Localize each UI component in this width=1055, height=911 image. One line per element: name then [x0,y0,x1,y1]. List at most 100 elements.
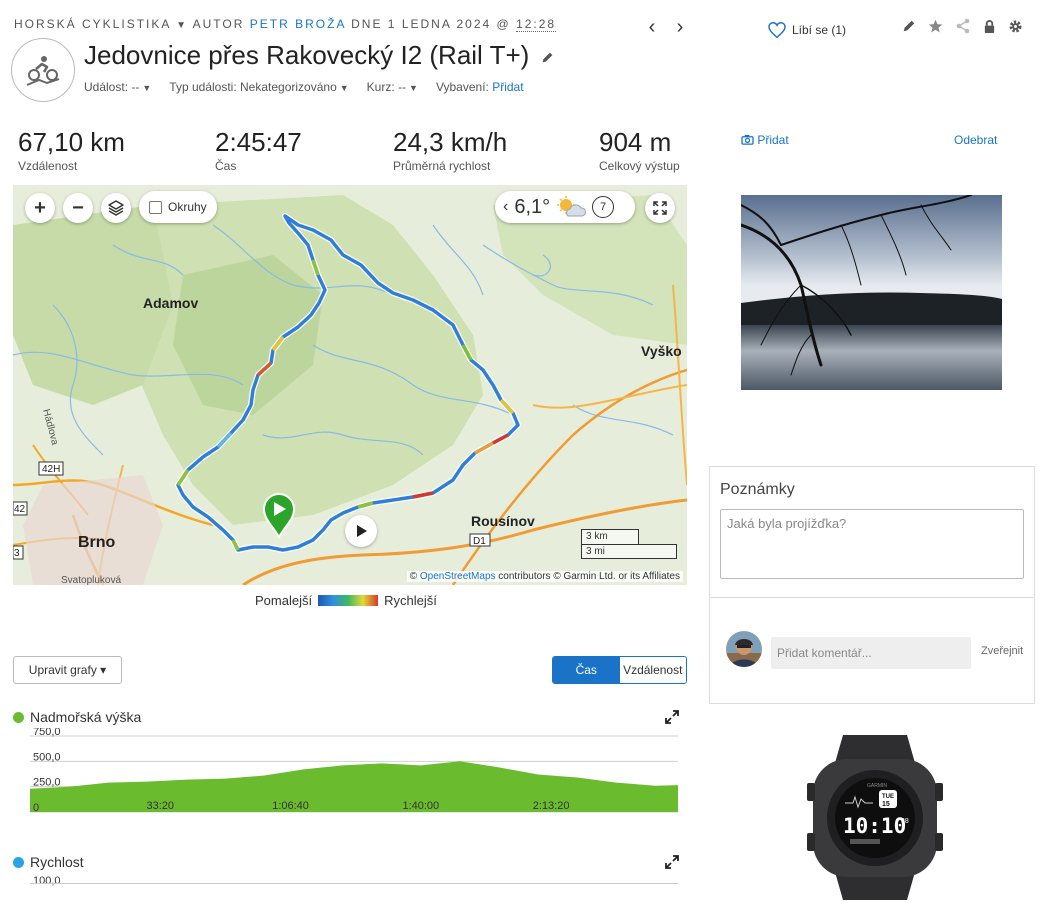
stat-label: Čas [215,159,237,173]
remove-photo-link[interactable]: Odebrat [954,133,997,147]
elevation-chart-title: Nadmořská výška [13,709,141,725]
activity-type-dropdown-icon[interactable]: ▼ [176,20,188,31]
weather-widget[interactable]: ‹ 6,1° 7 [495,191,635,223]
copyright-sign: © [409,571,418,582]
route-map[interactable]: Adamov Vyško Rousínov Brno Svatopluková … [13,185,687,585]
like-label: Líbí se (1) [792,23,847,37]
elevation-x-tick: 1:06:40 [272,800,309,812]
author-prefix: AUTOR [192,17,245,31]
expand-icon [653,201,667,215]
osm-link[interactable]: OpenStreetMaps [420,571,496,582]
attribution-text: contributors © Garmin Ltd. or its Affili… [498,571,680,582]
speed-title: Rychlost [30,854,84,870]
elevation-area [30,761,678,812]
watch-date: 15 [882,801,890,808]
avatar[interactable] [726,631,762,667]
course-dropdown[interactable]: Kurz: -- ▼ [367,80,418,94]
start-marker-icon[interactable] [262,493,296,539]
user-avatar-image [726,631,762,667]
heart-icon [768,22,786,38]
okruhy-toggle[interactable]: Okruhy [139,191,217,223]
gear-icon[interactable] [1008,19,1023,34]
mountain-bike-icon [26,56,60,86]
add-gear-link[interactable]: Přidat [492,80,523,94]
notes-title: Poznámky [720,481,795,498]
comment-panel: Přidat komentář... Zveřejnit [709,598,1035,704]
elevation-y-tick: 0 [33,802,39,814]
post-comment-button[interactable]: Zveřejnit [981,645,1023,657]
speed-y-tick: 100,0 [33,875,61,887]
author-link[interactable]: PETR BROŽA [250,17,346,31]
place-label: Svatopluková [61,575,121,585]
play-route-button[interactable] [345,515,377,547]
device-watch-image: GARMIN TUE 15 10:10 38 [805,735,945,900]
road-shield: 3 [14,548,20,559]
next-activity-icon[interactable]: › [670,16,690,39]
like-button[interactable]: Líbí se (1) [768,22,846,38]
speed-gridline [30,883,678,884]
event-value: -- [131,80,140,94]
add-photo-button[interactable]: Přidat [741,133,789,147]
comment-input[interactable]: Přidat komentář... [771,637,971,669]
event-type-value: Nekategorizováno [240,80,337,94]
scale-km: 3 km [581,529,639,544]
stat-value: 67,10 km [18,127,125,157]
event-type-dropdown[interactable]: Typ události: Nekategorizováno ▼ [169,80,348,94]
prev-activity-icon[interactable]: ‹ [642,16,662,39]
activity-title-text: Jedovnice přes Rakovecký I2 (Rail T+) [84,40,530,70]
notes-panel: Poznámky Jaká byla projížďka? [709,466,1035,598]
legend-slow: Pomalejší [255,593,313,608]
chevron-left-icon[interactable]: ‹ [503,198,508,216]
share-icon[interactable] [955,18,971,34]
activity-toolbar [902,18,1023,34]
stat-label: Vzdálenost [18,159,78,173]
edit-charts-button[interactable]: Upravit grafy ▾ [13,656,122,684]
stat-value: 904 m [599,127,672,157]
activity-title[interactable]: Jedovnice přes Rakovecký I2 (Rail T+) [84,40,554,71]
elevation-title: Nadmořská výška [30,709,142,725]
road-shield: 42H [42,464,60,475]
date-text: DNE 1 LEDNA 2024 @ [351,17,511,31]
event-dropdown[interactable]: Událost: -- ▼ [84,80,151,94]
stat-label: Celkový výstup [599,159,680,173]
activity-type[interactable]: HORSKÁ CYKLISTIKA [14,17,171,31]
elevation-chart[interactable]: 750,0 500,0 250,0 0 33:20 1:06:40 1:40:00 2:13… [0,728,690,818]
add-photo-label: Přidat [757,133,789,147]
lock-icon[interactable] [983,19,996,34]
road-shield: D1 [473,536,486,547]
elevation-dot [13,711,24,723]
gear-label: Vybavení: [435,80,489,94]
place-label: Adamov [143,295,198,311]
okruhy-checkbox[interactable] [149,200,162,214]
expand-speed-icon[interactable] [665,855,679,869]
activity-photo[interactable] [741,195,1002,390]
elevation-y-tick: 500,0 [33,751,61,763]
watch-brand: GARMIN [867,783,887,789]
camera-icon [741,134,754,145]
watch-seconds: 38 [901,818,909,825]
edit-title-icon[interactable] [541,51,554,64]
elevation-y-tick: 250,0 [33,777,61,789]
scale-mi: 3 mi [581,544,677,559]
tab-time[interactable]: Čas [553,657,620,683]
layers-button[interactable] [101,193,131,223]
road-shield: 42 [14,504,26,515]
fullscreen-button[interactable] [645,193,675,223]
notes-textarea[interactable]: Jaká byla projížďka? [720,509,1024,579]
activity-time[interactable]: 12:28 [516,17,557,32]
chevron-down-icon: ▼ [339,83,349,93]
event-label: Událost: [84,80,129,94]
zoom-in-button[interactable]: + [25,193,55,223]
legend-fast: Rychlejší [384,593,437,608]
x-axis-toggle: Čas Vzdálenost [552,656,687,684]
speed-chart-title: Rychlost [13,854,84,870]
tab-distance[interactable]: Vzdálenost [619,657,686,683]
place-label: Brno [78,534,116,551]
elevation-x-tick: 1:40:00 [402,800,439,812]
pencil-icon[interactable] [902,19,916,33]
expand-elevation-icon[interactable] [665,710,679,724]
speed-gradient [318,595,379,606]
wind-speed: 7 [600,201,607,213]
zoom-out-button[interactable]: − [63,193,93,223]
star-icon[interactable] [928,19,943,34]
